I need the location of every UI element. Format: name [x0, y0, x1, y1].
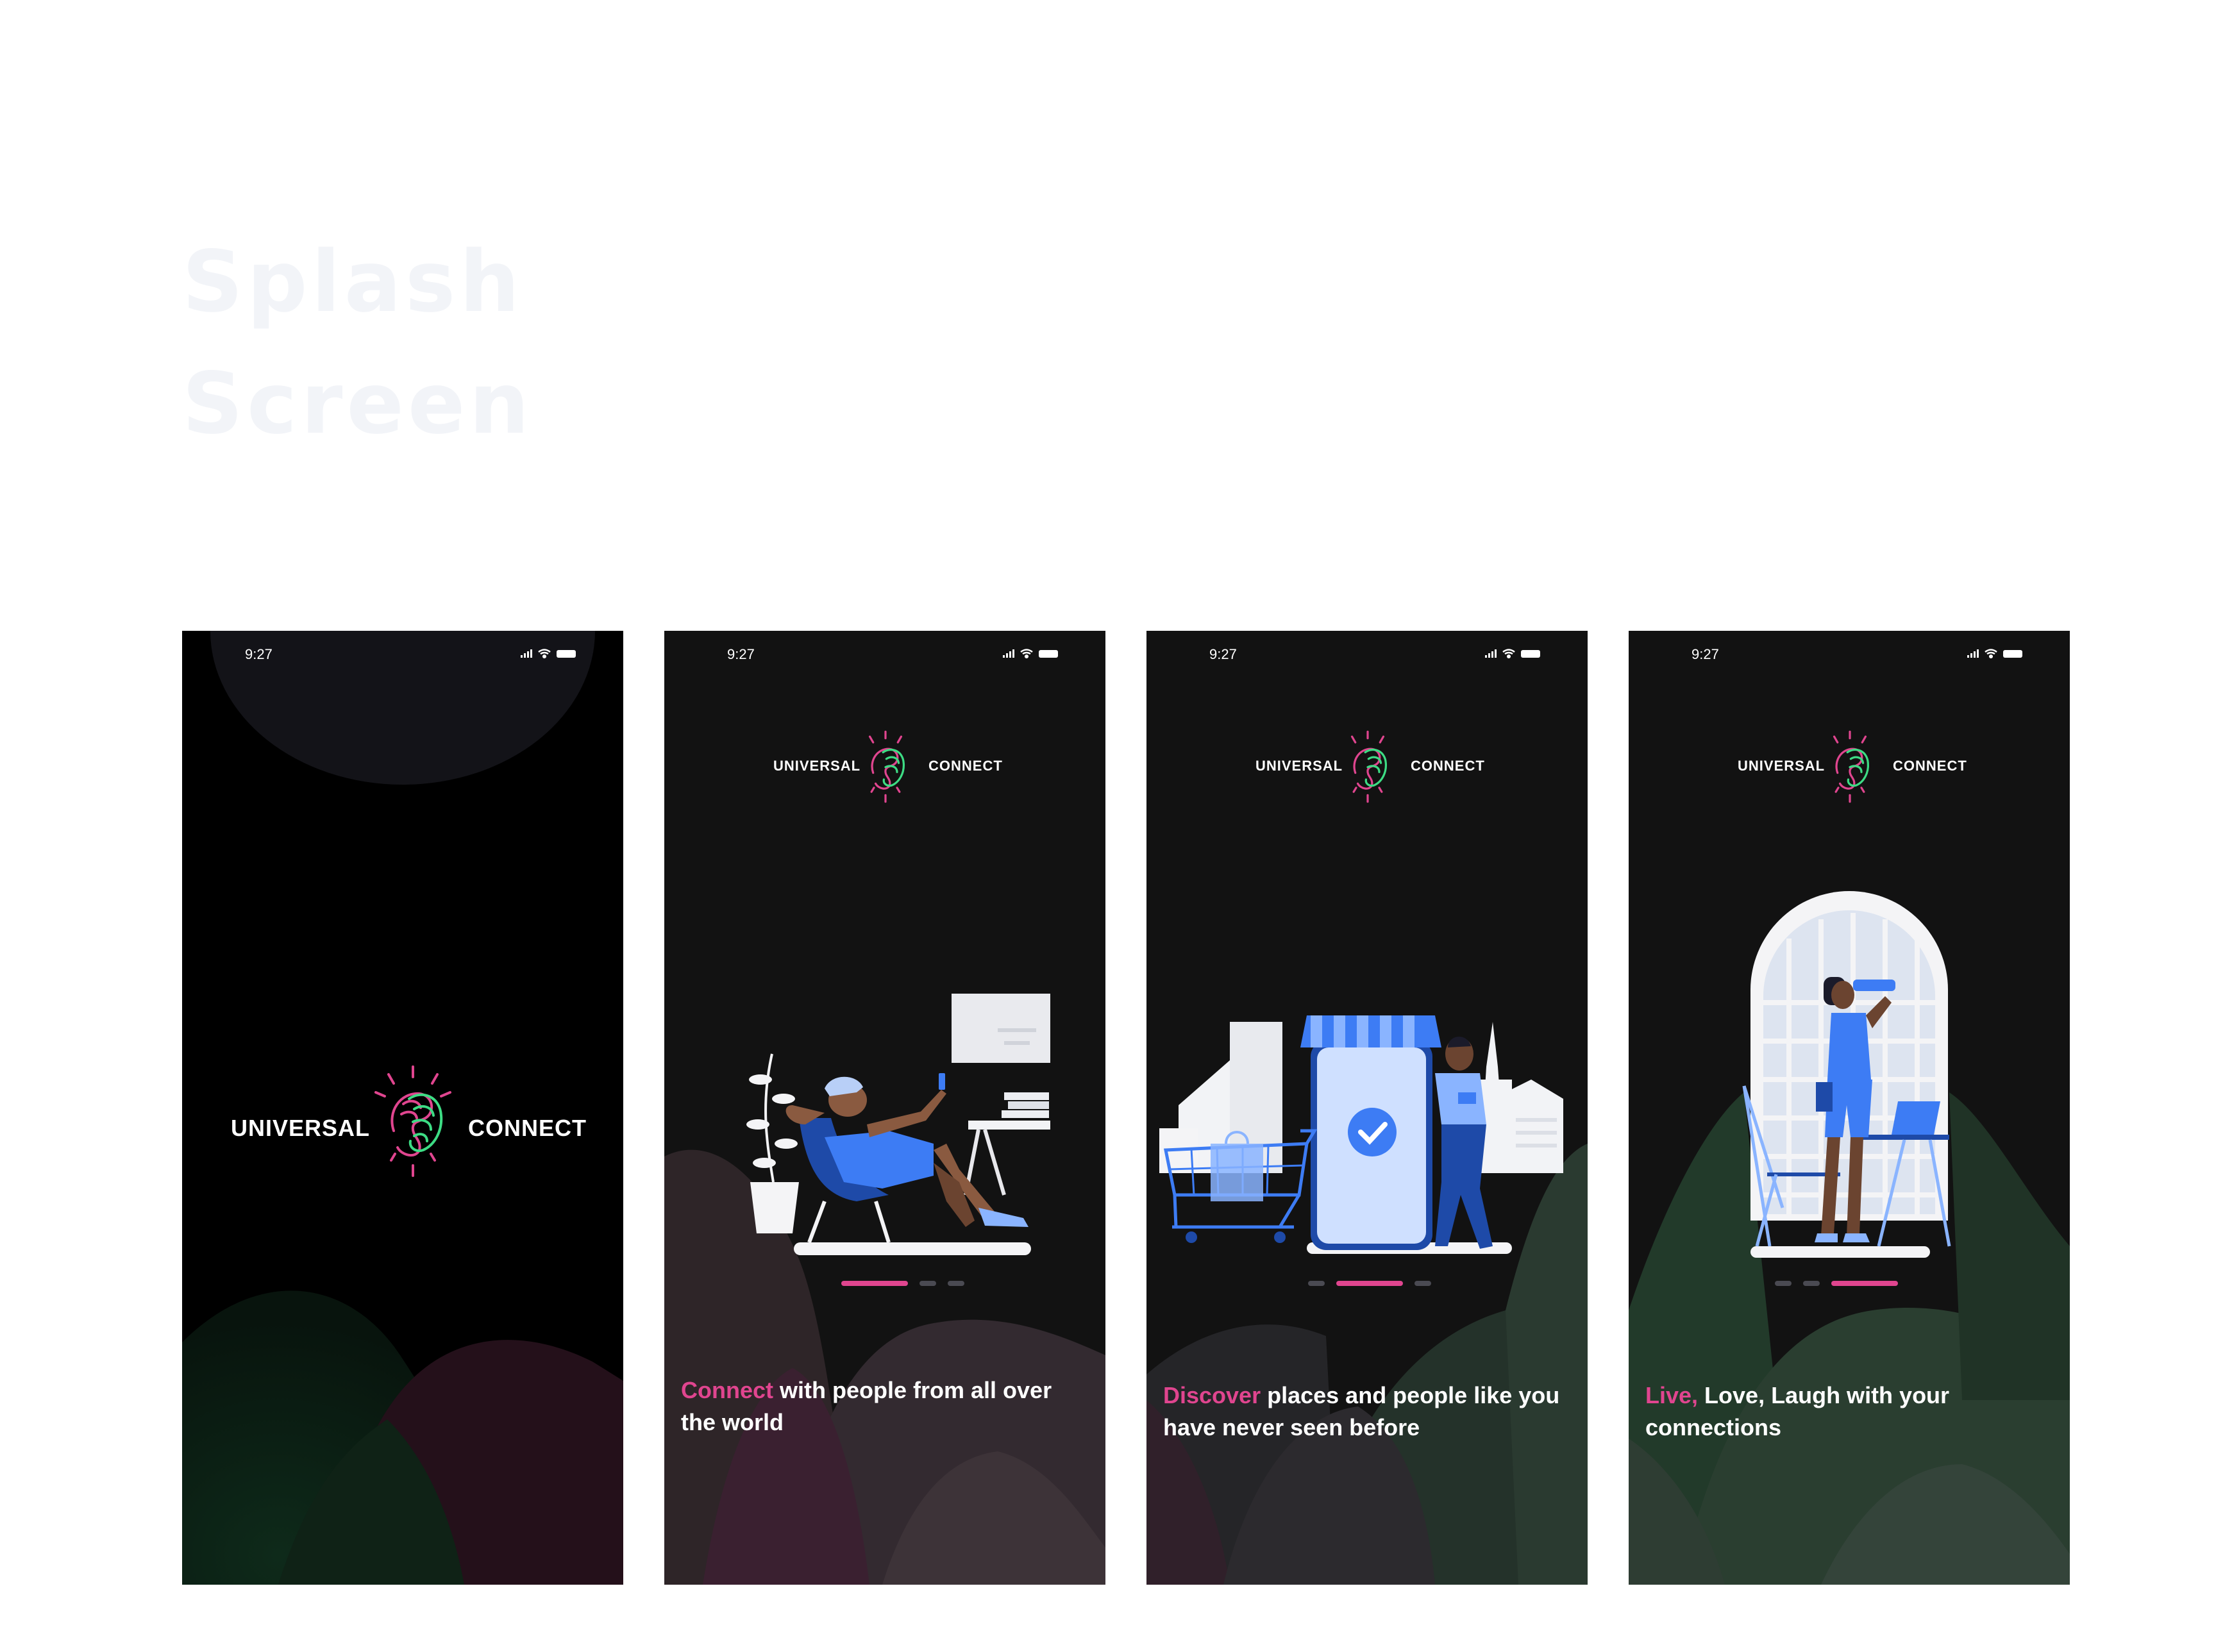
- status-icons: [521, 649, 576, 659]
- pagination-dot-1[interactable]: [841, 1281, 908, 1286]
- relaxing-person-illustration: [746, 994, 1050, 1255]
- onboarding-screen-1: 9:27 UNIVERSAL CONNECT Connect with peop…: [664, 631, 1105, 1585]
- pagination-dot-1[interactable]: [1775, 1281, 1792, 1286]
- page-title-line1: Splash: [182, 233, 524, 331]
- brain-logo-icon: [374, 1065, 451, 1177]
- onboarding-screen-3: 9:27 UNIVERSAL CONNECT Live, Love, Laugh…: [1629, 631, 2070, 1585]
- brand-left-word: UNIVERSAL: [231, 1115, 371, 1141]
- caption-highlight: Discover: [1163, 1382, 1261, 1408]
- onboarding-caption: Connect with people from all over the wo…: [681, 1374, 1091, 1439]
- onboarding-caption: Live, Love, Laugh with your connections: [1645, 1380, 2056, 1444]
- pagination-dot-2[interactable]: [1336, 1281, 1403, 1286]
- pagination-dots: [1629, 1281, 2070, 1287]
- pagination-dots: [664, 1281, 1105, 1287]
- page-title: Splash Screen: [182, 221, 533, 465]
- onboarding-caption: Discover places and people like you have…: [1163, 1380, 1574, 1444]
- brand-right-word: CONNECT: [468, 1115, 587, 1141]
- caption-highlight: Connect: [681, 1377, 773, 1403]
- status-time: 9:27: [245, 646, 273, 662]
- signal-icon: [521, 649, 532, 658]
- caption-highlight: Live,: [1645, 1382, 1699, 1408]
- page-title-line2: Screen: [182, 355, 533, 453]
- status-bar: 9:27: [182, 631, 623, 682]
- pagination-dot-2[interactable]: [1803, 1281, 1820, 1286]
- splash-screen: 9:27 UNIVERSAL CONNECT: [182, 631, 623, 1585]
- pagination-dot-3[interactable]: [1831, 1281, 1898, 1286]
- pagination-dot-3[interactable]: [1414, 1281, 1431, 1286]
- pagination-dots: [1146, 1281, 1588, 1287]
- pagination-dot-3[interactable]: [948, 1281, 964, 1286]
- onboarding-screen-2: 9:27 UNIVERSAL CONNECT Discover places a…: [1146, 631, 1588, 1585]
- wifi-icon: [538, 649, 551, 659]
- pagination-dot-1[interactable]: [1308, 1281, 1325, 1286]
- battery-icon: [557, 650, 576, 658]
- pagination-dot-2[interactable]: [919, 1281, 936, 1286]
